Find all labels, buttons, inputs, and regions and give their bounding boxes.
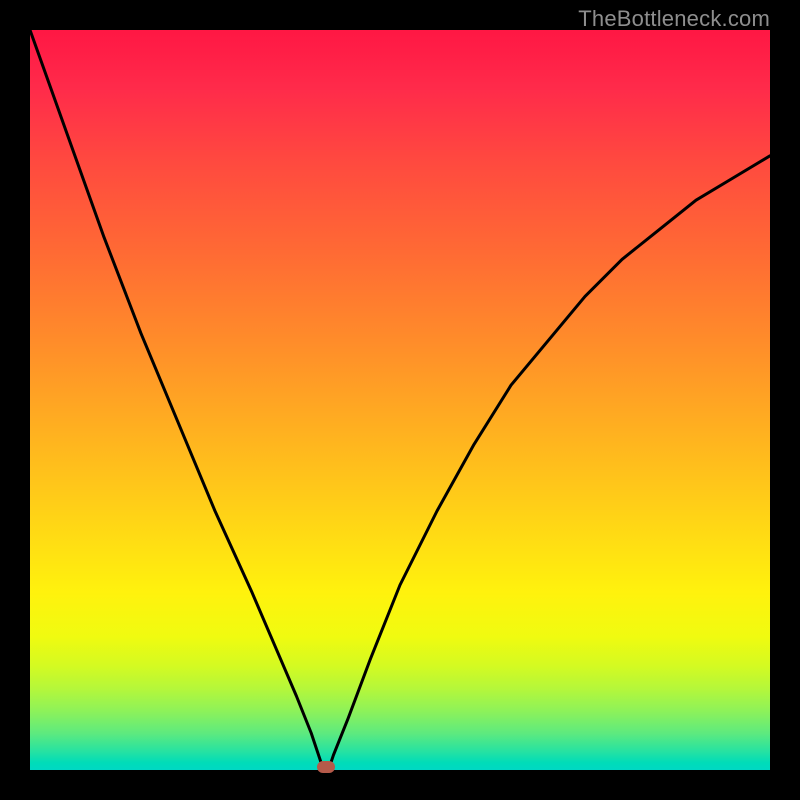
plot-area bbox=[30, 30, 770, 770]
minimum-marker bbox=[317, 761, 335, 773]
watermark-text: TheBottleneck.com bbox=[578, 6, 770, 32]
chart-frame: TheBottleneck.com bbox=[0, 0, 800, 800]
bottleneck-curve-path bbox=[30, 30, 770, 770]
curve-svg bbox=[30, 30, 770, 770]
